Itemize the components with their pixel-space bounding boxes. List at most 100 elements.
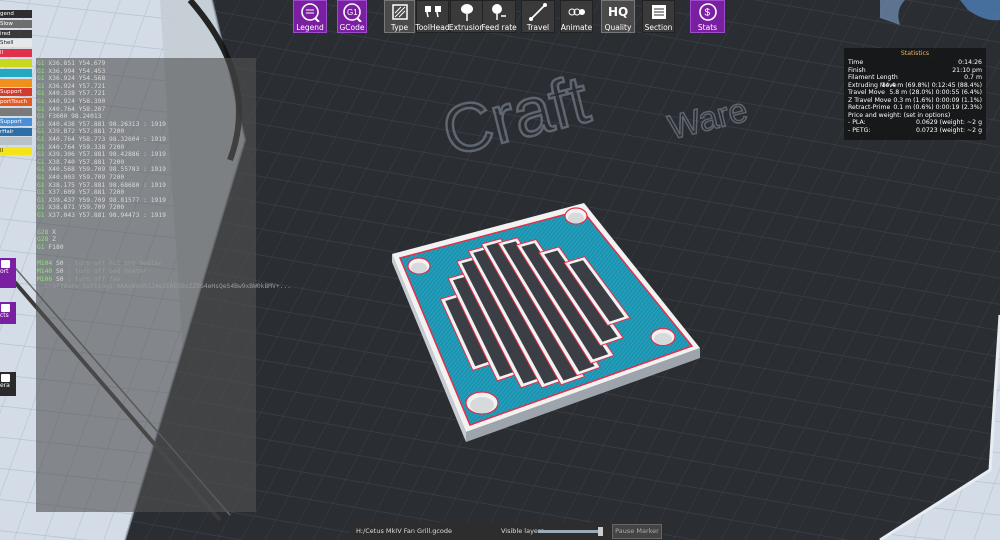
toolbar-animate-button[interactable]: Animate	[560, 0, 593, 33]
svg-text:G1: G1	[347, 8, 358, 17]
side-objects-button[interactable]: cts	[0, 302, 16, 324]
gcode-line[interactable]: G28 X	[37, 229, 56, 237]
bottom-bar: H:/Cetus MkIV Fan Grill.gcode Visible la…	[350, 522, 664, 540]
gcode-line[interactable]: G1 X39.306 Y57.881 98.42886 : 1919	[37, 151, 166, 159]
toolbar-label: Stats	[697, 23, 718, 32]
quality-icon: HQ	[608, 5, 629, 19]
statistics-key: - PETG:	[848, 126, 871, 134]
toolbar-legend-button[interactable]: Legend	[293, 0, 327, 33]
toolbar-label: Legend	[296, 23, 324, 32]
visible-layers-fill	[538, 530, 600, 533]
gcode-line[interactable]: G1 F3600 98.24013	[37, 113, 101, 121]
gcode-line[interactable]: G1 X40.568 Y59.709 98.55783 : 1919	[37, 166, 166, 174]
toolbar-label: Type	[390, 23, 409, 32]
statistics-row: Extruding Move 14.4 m (69.8%) 0:12:45 (88…	[848, 82, 982, 89]
statistics-row: - PLA: 0.0629 (weight: ~2 g	[848, 119, 982, 126]
legend-item[interactable]	[0, 68, 32, 77]
gcode-line[interactable]: G1 X36.924 Y54.568	[37, 75, 105, 83]
statistics-key: Z Travel Move	[848, 96, 892, 104]
gcode-line[interactable]: G1 X40.924 Y58.390	[37, 98, 105, 106]
gcode-line[interactable]: G1 X40.764 Y58.207	[37, 106, 105, 114]
svg-text:$: $	[704, 8, 710, 19]
toolbar-label: Extrusion	[448, 23, 485, 32]
toolbar-section-button[interactable]: Section	[642, 0, 675, 33]
side-import-button[interactable]: ort	[0, 258, 16, 288]
statistics-row: Price and weight: (set in options)	[848, 112, 982, 119]
legend-item[interactable]: Support	[0, 117, 32, 126]
statistics-panel: Statistics Time 0:14:26 Finish 21:10 pm Fila…	[844, 48, 986, 140]
gcode-line[interactable]: M106 S0 ; turn off fan	[37, 276, 120, 284]
gcode-line[interactable]: M104 S0 ; turn off hot end heater	[37, 260, 162, 268]
visible-layers-handle[interactable]	[598, 527, 603, 536]
statistics-value: 0.7 m	[964, 74, 982, 81]
gcode-line[interactable]: G1 X39.872 Y57.881 7200	[37, 128, 124, 136]
toolbar-travel-button[interactable]: Travel	[521, 0, 555, 33]
statistics-value: 5.8 m (28.0%) 0:00:55 (6.4%)	[889, 89, 982, 96]
gcode-line[interactable]: G1 X37.043 Y57.881 98.94473 : 1919	[37, 212, 166, 220]
legend-item[interactable]: Support	[0, 88, 32, 97]
statistics-value: 0.0629 (weight: ~2 g	[916, 119, 982, 126]
toolbar-quality-button[interactable]: HQ Quality	[601, 0, 635, 33]
toolbar-label: Quality	[604, 23, 632, 32]
gcode-line[interactable]: G1 X40.438 Y57.881 98.26313 : 1919	[37, 121, 166, 129]
mounting-hole	[465, 391, 499, 415]
gcode-line[interactable]: G1 F180	[37, 244, 64, 252]
statistics-key: Price and weight: (set in options)	[848, 111, 951, 119]
toolbar-gcode-button[interactable]: G1 GCode	[337, 0, 367, 33]
toolbar-type-button[interactable]: Type	[384, 0, 415, 33]
gcode-line[interactable]: G1 X36.994 Y54.453	[37, 68, 105, 76]
legend-item[interactable]: gend	[0, 10, 32, 18]
pause-marker-button[interactable]: Pause Marker	[612, 524, 662, 539]
legend-item[interactable]: rHair	[0, 127, 32, 136]
visible-layers-slider[interactable]	[538, 527, 603, 536]
gcode-line[interactable]: G1 X36.851 Y54.679	[37, 60, 105, 68]
toolbar-extrusion-button[interactable]: Extrusion	[448, 0, 485, 33]
statistics-row: Z Travel Move 0.3 m (1.6%) 0:00:09 (1.1%)	[848, 97, 982, 104]
import-icon	[1, 260, 10, 268]
statistics-value: 0.3 m (1.6%) 0:00:09 (1.1%)	[893, 96, 982, 104]
statistics-row: - PETG: 0.0723 (weight: ~2 g	[848, 127, 982, 134]
objects-icon	[1, 304, 10, 312]
gcode-line[interactable]: G28 Z	[37, 236, 56, 244]
gcode-line[interactable]: G1 X37.609 Y57.881 7200	[37, 189, 124, 197]
legend-item[interactable]: portTouch	[0, 98, 32, 107]
toolbar-label: Travel	[526, 23, 550, 32]
toolbar-feed-rate-button[interactable]: Feed rate	[481, 0, 517, 33]
side-camera-button[interactable]: era	[0, 372, 16, 396]
legend-item[interactable]: Il	[0, 147, 32, 156]
gcode-line[interactable]: G1 X39.437 Y59.709 98.81577 : 1919	[37, 197, 166, 205]
legend-item[interactable]: Slow	[0, 19, 32, 28]
toolbar-label: Animate	[560, 23, 593, 32]
statistics-value: 0:14:26	[958, 59, 982, 66]
statistics-value: 0.1 m (0.6%) 0:00:19 (2.3%)	[893, 104, 982, 111]
legend-item[interactable]: Shell	[0, 39, 32, 48]
gcode-panel[interactable]: G1 X36.851 Y54.679 G1 X36.994 Y54.453 G1 X…	[36, 58, 291, 512]
statistics-value: 21:10 pm	[952, 66, 982, 74]
legend-item[interactable]: ired	[0, 29, 32, 38]
gcode-line[interactable]: G1 X38.871 Y59.709 7200	[37, 204, 124, 212]
legend-icon	[300, 2, 320, 23]
toolbar-stats-button[interactable]: $ Stats	[690, 0, 725, 33]
legend-item[interactable]	[0, 137, 32, 146]
camera-icon	[1, 374, 10, 382]
toolbar-label: Section	[644, 23, 673, 32]
section-icon	[649, 2, 669, 22]
legend-item[interactable]: ll	[0, 49, 32, 58]
gcode-line[interactable]: G1 X40.338 Y57.721	[37, 90, 105, 98]
gcode-line[interactable]: M140 S0 ; turn off bed heater	[37, 268, 147, 276]
toolbar-toolhead-button[interactable]: ToolHead	[415, 0, 450, 33]
gcode-line[interactable]: G1 X36.924 Y57.721	[37, 83, 105, 91]
legend-item[interactable]	[0, 108, 32, 116]
gcode-line[interactable]: G1 X38.175 Y57.881 98.68680 : 1919	[37, 182, 166, 190]
statistics-row: Travel Move 5.8 m (28.0%) 0:00:55 (6.4%)	[848, 89, 982, 96]
legend-item[interactable]	[0, 78, 32, 87]
gcode-line[interactable]: ; CraftWare_Settings:AAAgWAoRJJ4eIEAB5Oz…	[37, 283, 291, 291]
gcode-icon: G1	[342, 2, 362, 23]
gcode-line[interactable]: G1 X40.003 Y59.709 7200	[37, 174, 124, 182]
gcode-line[interactable]: G1 X40.764 Y59.338 7200	[37, 144, 124, 152]
gcode-line[interactable]: G1 X38.740 Y57.881 7200	[37, 159, 124, 167]
legend-item[interactable]	[0, 59, 32, 67]
mounting-hole	[564, 207, 588, 225]
gcode-line[interactable]: G1 X40.764 Y58.773 98.32604 : 1919	[37, 136, 166, 144]
statistics-key: Retract-Prime	[848, 104, 891, 111]
